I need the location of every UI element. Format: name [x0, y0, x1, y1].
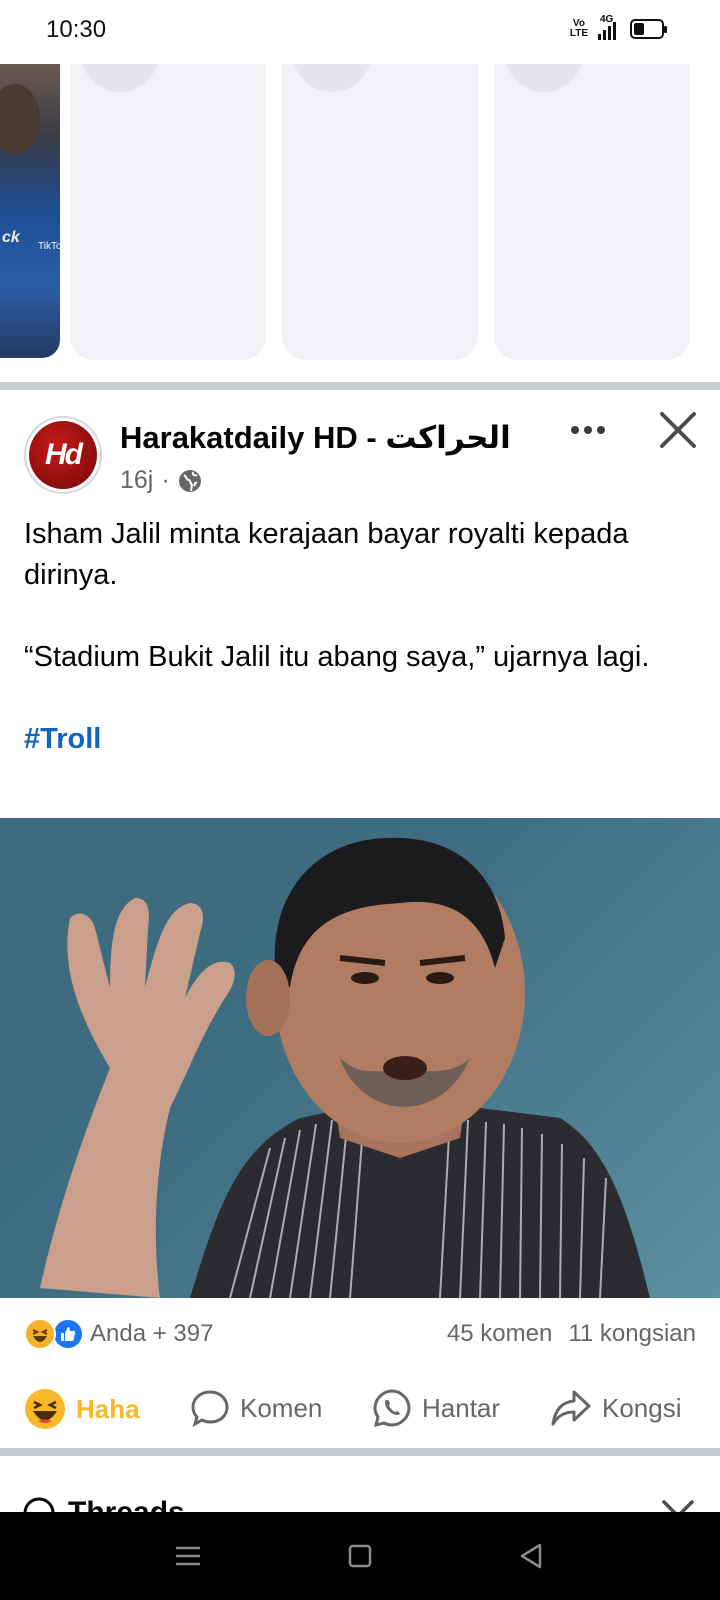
page-avatar[interactable]: Hd [24, 416, 102, 494]
haha-reaction-icon [24, 1318, 56, 1350]
post-text-line: Isham Jalil minta kerajaan bayar royalti… [24, 518, 629, 591]
reactions-summary[interactable]: Anda + 397 45 komen 11 kongsian [24, 1314, 696, 1354]
battery-icon [630, 19, 667, 39]
home-icon[interactable] [344, 1540, 376, 1572]
threads-icon [23, 1497, 55, 1512]
share-icon [551, 1390, 591, 1426]
post-photo[interactable] [0, 818, 720, 1298]
like-reaction-icon [52, 1318, 84, 1350]
status-time: 10:30 [46, 16, 107, 43]
post-text: Isham Jalil minta kerajaan bayar royalti… [24, 514, 704, 801]
close-icon[interactable] [660, 1498, 696, 1512]
reaction-icons [24, 1318, 84, 1350]
stories-tray[interactable]: ck TikTok [0, 64, 720, 364]
share-button[interactable]: Kongsi [550, 1388, 682, 1428]
system-nav-bar [0, 1512, 720, 1600]
volte-icon: Vo LTE [569, 18, 588, 39]
status-bar: 10:30 Vo LTE 4G [0, 0, 720, 64]
reaction-count: Anda + 397 [90, 1320, 214, 1347]
signal-icon: 4G [598, 14, 616, 40]
send-button[interactable]: Hantar [372, 1388, 500, 1428]
next-post-header[interactable]: Threads [0, 1460, 720, 1512]
story-card-photo[interactable]: ck TikTok [0, 64, 60, 358]
post-time[interactable]: 16j [120, 466, 153, 495]
haha-button[interactable]: Haha [24, 1388, 140, 1430]
story-card-placeholder[interactable] [70, 64, 266, 360]
back-icon[interactable] [516, 1540, 548, 1572]
page-name[interactable]: Harakatdaily HD - الحراكت [120, 420, 511, 456]
comment-icon [191, 1390, 229, 1428]
feed-divider [0, 382, 720, 390]
feed-divider [0, 1448, 720, 1456]
whatsapp-icon [373, 1389, 411, 1428]
haha-icon [25, 1389, 65, 1429]
comment-count[interactable]: 45 komen [447, 1320, 552, 1348]
post-meta: 16j · [120, 466, 202, 495]
post-actions: Haha Komen Hantar Kongsi [0, 1380, 720, 1436]
share-count[interactable]: 11 kongsian [568, 1320, 696, 1348]
story-card-placeholder[interactable] [494, 64, 690, 360]
next-post-title[interactable]: Threads [68, 1496, 185, 1512]
close-icon[interactable] [656, 408, 700, 452]
status-icons: Vo LTE 4G [569, 14, 667, 40]
globe-icon [178, 469, 201, 492]
post-text-line: “Stadium Bukit Jalil itu abang saya,” uj… [24, 641, 650, 673]
story-card-placeholder[interactable] [282, 64, 478, 360]
more-options-button[interactable] [562, 410, 614, 450]
hashtag-link[interactable]: #Troll [24, 723, 101, 755]
comment-button[interactable]: Komen [190, 1388, 322, 1428]
menu-icon[interactable] [172, 1540, 204, 1572]
